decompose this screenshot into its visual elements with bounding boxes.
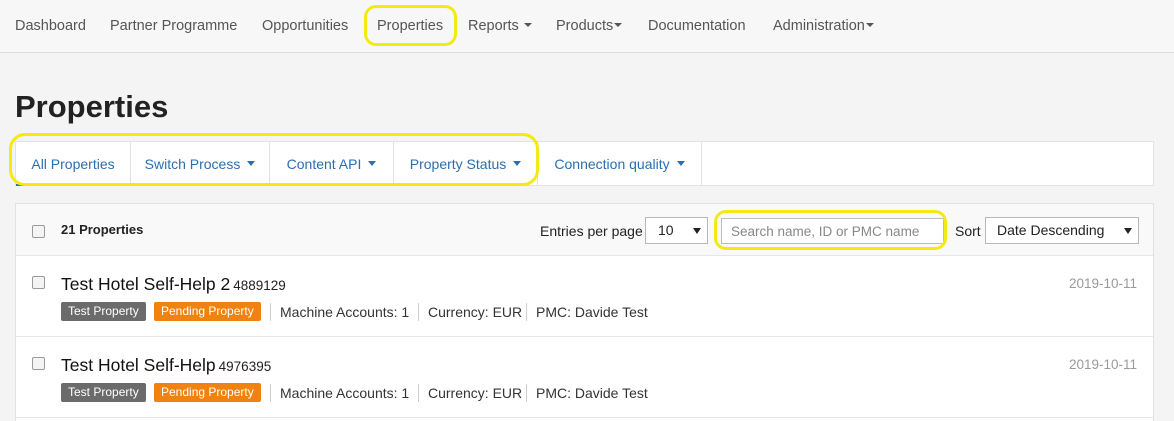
- property-name: Test Hotel Self-Help: [61, 355, 216, 375]
- properties-list: 21 Properties Entries per page 10 Sort D…: [15, 203, 1154, 421]
- nav-reports-label: Reports: [468, 18, 519, 34]
- chevron-down-icon: [676, 160, 685, 166]
- sort-select[interactable]: Date Descending: [985, 217, 1139, 244]
- property-count: 21 Properties: [61, 222, 144, 237]
- property-name: Test Hotel Self-Help 2: [61, 274, 231, 294]
- property-tabs: All Properties Switch Process Content AP…: [15, 141, 1154, 186]
- tab-connection-quality[interactable]: Connection quality: [538, 142, 702, 186]
- pmc-name: PMC: Davide Test: [526, 384, 648, 402]
- nav-administration-label: Administration: [773, 18, 865, 34]
- pmc-name: PMC: Davide Test: [526, 303, 648, 321]
- machine-accounts: Machine Accounts: 1: [270, 303, 409, 321]
- property-date: 2019-10-11: [1068, 276, 1137, 291]
- chevron-down-icon: [368, 160, 377, 166]
- tab-all-properties[interactable]: All Properties: [16, 142, 131, 186]
- dropdown-arrow-icon: [1124, 228, 1132, 234]
- entries-per-page-select[interactable]: 10: [645, 217, 708, 244]
- nav-products-label: Products: [556, 18, 614, 34]
- test-property-badge: Test Property: [61, 383, 146, 402]
- tab-switch-process[interactable]: Switch Process: [131, 142, 270, 186]
- row-checkbox[interactable]: [32, 276, 45, 289]
- nav-dashboard[interactable]: Dashboard: [15, 17, 86, 35]
- nav-opportunities[interactable]: Opportunities: [262, 17, 348, 35]
- chevron-down-icon: [523, 23, 532, 28]
- pending-property-badge: Pending Property: [154, 383, 261, 402]
- pending-property-badge: Pending Property: [154, 302, 261, 321]
- sort-value: Date Descending: [997, 222, 1105, 238]
- list-header: 21 Properties Entries per page 10 Sort D…: [16, 204, 1153, 256]
- property-id: 4889129: [233, 278, 286, 293]
- tab-label: Connection quality: [554, 156, 670, 172]
- property-name-link[interactable]: Test Hotel Self-Help 2 4889129: [61, 274, 286, 295]
- chevron-down-icon: [247, 160, 256, 166]
- machine-accounts: Machine Accounts: 1: [270, 384, 409, 402]
- nav-properties[interactable]: Properties: [377, 17, 443, 35]
- chevron-down-icon: [614, 23, 623, 28]
- property-id: 4976395: [218, 359, 272, 374]
- property-name-link[interactable]: Test Hotel Self-Help 4976395: [61, 355, 271, 376]
- sort-label: Sort: [955, 223, 981, 239]
- page-title: Properties: [15, 89, 169, 124]
- search-input[interactable]: [721, 218, 944, 244]
- nav-documentation[interactable]: Documentation: [648, 17, 746, 35]
- tab-label: Property Status: [409, 156, 507, 172]
- nav-products[interactable]: Products: [556, 17, 623, 35]
- dropdown-arrow-icon: [693, 228, 701, 234]
- test-property-badge: Test Property: [61, 302, 146, 321]
- currency: Currency: EUR: [418, 303, 522, 321]
- list-item: Test Hotel Self-Help 2 4889129 2019-10-11…: [16, 256, 1153, 337]
- chevron-down-icon: [865, 23, 874, 28]
- row-checkbox[interactable]: [32, 357, 45, 370]
- currency: Currency: EUR: [418, 384, 522, 402]
- nav-reports[interactable]: Reports: [468, 17, 532, 35]
- select-all-checkbox[interactable]: [32, 225, 45, 238]
- list-item: Test Hotel Self-Help 4976395 2019-10-11 T…: [16, 337, 1153, 418]
- tab-label: Content API: [286, 156, 362, 172]
- entries-per-page-label: Entries per page: [540, 223, 643, 239]
- tab-label: Switch Process: [144, 156, 241, 172]
- entries-per-page-value: 10: [658, 222, 674, 238]
- tab-content-api[interactable]: Content API: [270, 142, 394, 186]
- nav-administration[interactable]: Administration: [773, 17, 874, 35]
- nav-partner-programme[interactable]: Partner Programme: [110, 17, 237, 35]
- property-date: 2019-10-11: [1068, 357, 1137, 372]
- tab-property-status[interactable]: Property Status: [394, 142, 538, 186]
- top-navbar: Dashboard Partner Programme Opportunitie…: [0, 0, 1174, 53]
- chevron-down-icon: [513, 160, 522, 166]
